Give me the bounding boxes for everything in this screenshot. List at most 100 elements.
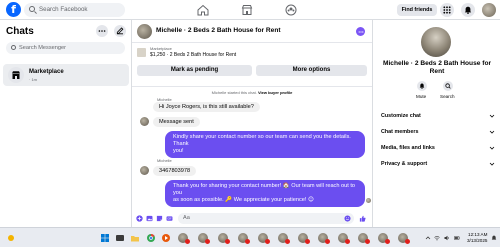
- chat-started-text: Michelle started this chat.: [211, 90, 257, 95]
- search-messenger-placeholder: Search Messenger: [19, 44, 66, 51]
- message-line: as soon as possible. 🔑 We appreciate you…: [173, 197, 314, 203]
- taskbar-profile-app[interactable]: [338, 233, 350, 244]
- gif-icon[interactable]: GIF: [166, 215, 173, 222]
- conversation-panel: Michelle · 2 Beds 2 Bath House for Rent …: [132, 20, 372, 227]
- message-line: Thank you for sharing your contact numbe…: [173, 183, 356, 196]
- incoming-message: Message sent: [153, 117, 200, 127]
- more-options-button[interactable]: More options: [256, 65, 367, 76]
- media-player-icon[interactable]: [161, 233, 171, 243]
- taskbar-profile-app[interactable]: [198, 233, 210, 244]
- taskbar-profile-app[interactable]: [378, 233, 390, 244]
- marketplace-icon[interactable]: [240, 3, 254, 17]
- groups-icon[interactable]: [284, 3, 298, 17]
- conversation-info-title: Michelle · 2 Beds 2 Bath House for Rent: [373, 60, 500, 76]
- listing-banner: Marketplace $1,250 · 2 Beds 2 Bath House…: [132, 43, 372, 87]
- chat-item-name: Marketplace: [29, 69, 64, 75]
- taskbar-profile-app[interactable]: [278, 233, 290, 244]
- media-files-links-row[interactable]: Media, files and links: [381, 145, 495, 151]
- taskbar-profile-app[interactable]: [298, 233, 310, 244]
- taskbar-profile-app[interactable]: [398, 233, 410, 244]
- incoming-message: Hi Joyce Rogers, is this still available…: [153, 102, 260, 112]
- chat-item-marketplace[interactable]: Marketplace · 1m: [3, 64, 129, 86]
- view-buyer-profile-link[interactable]: View buyer profile: [258, 90, 292, 95]
- menu-grid-button[interactable]: [440, 3, 454, 17]
- chevron-down-icon: [489, 129, 495, 135]
- message-input[interactable]: Aa: [178, 213, 354, 224]
- info-title-line: Michelle · 2 Beds 2 Bath House for: [382, 60, 492, 67]
- listing-thumbnail[interactable]: [137, 48, 146, 57]
- sender-avatar: [140, 117, 149, 126]
- seen-receipt-avatar: [366, 198, 371, 203]
- chrome-icon[interactable]: [146, 233, 156, 243]
- outgoing-message: Kindly share your contact number so our …: [165, 131, 365, 158]
- info-title-line: Rent: [429, 68, 445, 75]
- mute-button[interactable]: [417, 81, 427, 91]
- chevron-down-icon: [489, 113, 495, 119]
- chats-title: Chats: [6, 26, 34, 37]
- chat-members-row[interactable]: Chat members: [381, 129, 495, 135]
- chevron-up-icon[interactable]: [425, 235, 431, 241]
- taskbar-profile-app[interactable]: [218, 233, 230, 244]
- listing-price[interactable]: $1,250 · 2 Beds 2 Bath House for Rent: [150, 52, 236, 58]
- row-label: Chat members: [381, 129, 419, 135]
- row-label: Customize chat: [381, 113, 421, 119]
- taskbar-profile-app[interactable]: [238, 233, 250, 244]
- message-composer: GIF Aa: [132, 210, 372, 227]
- conversation-avatar[interactable]: [137, 24, 152, 39]
- search-in-conversation-button[interactable]: [443, 81, 453, 91]
- taskbar-profile-app[interactable]: [258, 233, 270, 244]
- chat-options-button[interactable]: [96, 25, 108, 37]
- volume-icon[interactable]: [444, 235, 450, 241]
- grid-icon: [443, 6, 451, 14]
- bell-icon: [419, 83, 425, 89]
- customize-chat-row[interactable]: Customize chat: [381, 113, 495, 119]
- emoji-icon[interactable]: [344, 215, 351, 222]
- conversation-title[interactable]: Michelle · 2 Beds 2 Bath House for Rent: [156, 27, 281, 34]
- marketplace-thumb: [8, 67, 24, 83]
- taskbar-profile-app[interactable]: [318, 233, 330, 244]
- top-navigation-bar: f Search Facebook Find friends: [0, 0, 500, 20]
- sender-avatar: [140, 166, 149, 175]
- plus-icon[interactable]: [136, 215, 143, 222]
- message-line: Kindly share your contact number so our …: [173, 134, 351, 147]
- wifi-icon[interactable]: [434, 235, 440, 241]
- search-label: Search: [440, 94, 455, 99]
- image-icon[interactable]: [146, 215, 153, 222]
- taskbar-profile-app[interactable]: [178, 233, 190, 244]
- bell-icon: [464, 6, 472, 14]
- profile-avatar[interactable]: [482, 3, 496, 17]
- file-explorer-icon[interactable]: [130, 233, 140, 243]
- chat-list-panel: Chats Search Messenger Marketplace · 1m: [0, 20, 132, 227]
- notifications-button[interactable]: [461, 3, 475, 17]
- mark-as-pending-button[interactable]: Mark as pending: [137, 65, 252, 76]
- task-view-icon[interactable]: [115, 233, 125, 243]
- battery-icon[interactable]: [454, 235, 460, 241]
- listing-source: Marketplace: [150, 46, 172, 51]
- conversation-info-button[interactable]: [356, 27, 365, 36]
- store-icon: [12, 71, 20, 79]
- compose-icon: [116, 27, 124, 35]
- search-messenger-input[interactable]: Search Messenger: [6, 42, 125, 54]
- search-icon: [11, 45, 16, 50]
- search-placeholder: Search Facebook: [39, 6, 88, 13]
- message-input-placeholder: Aa: [183, 215, 190, 221]
- taskbar-profile-app[interactable]: [358, 233, 370, 244]
- chat-item-time: · 1m: [29, 77, 37, 82]
- windows-taskbar: 12:13 AM 3/13/2025: [0, 227, 500, 247]
- privacy-support-row[interactable]: Privacy & support: [381, 161, 495, 167]
- windows-start-icon[interactable]: [100, 233, 110, 243]
- weather-icon[interactable]: [6, 233, 16, 243]
- notification-center-icon[interactable]: [491, 235, 497, 241]
- thumbs-up-icon[interactable]: [359, 215, 366, 222]
- find-friends-button[interactable]: Find friends: [397, 4, 437, 16]
- search-facebook-input[interactable]: Search Facebook: [24, 3, 125, 17]
- clock-date: 3/13/2025: [467, 238, 488, 243]
- sticker-icon[interactable]: [156, 215, 163, 222]
- svg-text:GIF: GIF: [167, 217, 172, 221]
- outgoing-message: Thank you for sharing your contact numbe…: [165, 180, 365, 207]
- home-icon[interactable]: [196, 3, 210, 17]
- system-clock[interactable]: 12:13 AM 3/13/2025: [467, 232, 487, 244]
- row-label: Privacy & support: [381, 161, 428, 167]
- new-message-button[interactable]: [114, 25, 126, 37]
- facebook-logo[interactable]: f: [6, 2, 21, 17]
